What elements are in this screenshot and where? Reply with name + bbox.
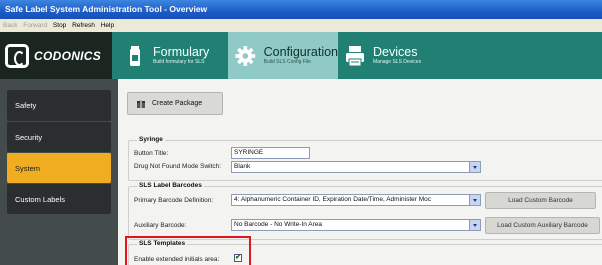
- brand-logo: CODONICS: [0, 32, 112, 79]
- chevron-down-icon[interactable]: [469, 162, 480, 172]
- tab-devices-label: Devices: [373, 44, 418, 59]
- load-custom-auxiliary-barcode-button[interactable]: Load Custom Auxiliary Barcode: [485, 217, 600, 234]
- brand-name: CODONICS: [34, 48, 102, 63]
- window-title-bar: Safe Label System Administration Tool - …: [0, 0, 602, 19]
- tab-formulary-label: Formulary: [153, 44, 210, 59]
- button-title-input[interactable]: SYRINGE: [231, 147, 310, 159]
- tab-configuration[interactable]: Configuration Build SLS Config File: [228, 32, 338, 79]
- menu-refresh[interactable]: Refresh: [72, 22, 95, 29]
- sidebar-item-custom-labels[interactable]: Custom Labels: [7, 183, 111, 214]
- highlight-box: [125, 236, 251, 265]
- menu-back[interactable]: Back: [3, 22, 17, 29]
- tab-devices-subtitle: Manage SLS Devices: [373, 58, 422, 65]
- menu-help[interactable]: Help: [101, 22, 114, 29]
- drug-not-found-label: Drug Not Found Mode Switch:: [134, 163, 222, 170]
- syringe-section-title: Syringe: [137, 136, 165, 143]
- create-package-button[interactable]: Create Package: [127, 92, 223, 115]
- primary-barcode-value: 4: Alphanumeric Container ID, Expiration…: [234, 196, 432, 203]
- tab-configuration-subtitle: Build SLS Config File: [263, 58, 311, 65]
- top-navigation: CODONICS Formulary Build formulary for S…: [0, 32, 602, 79]
- printer-icon: [346, 45, 364, 66]
- chevron-down-icon[interactable]: [469, 195, 480, 205]
- load-custom-barcode-button[interactable]: Load Custom Barcode: [485, 192, 596, 209]
- vial-icon: [130, 45, 140, 66]
- sidebar-item-security[interactable]: Security: [7, 121, 111, 152]
- auxiliary-barcode-select[interactable]: No Barcode - No Write-In Area: [231, 219, 481, 231]
- menu-forward[interactable]: Forward: [23, 22, 47, 29]
- primary-barcode-select[interactable]: 4: Alphanumeric Container ID, Expiration…: [231, 194, 481, 206]
- gear-icon: [235, 45, 256, 66]
- tab-formulary[interactable]: Formulary Build formulary for SLS: [118, 32, 228, 79]
- tab-formulary-subtitle: Build formulary for SLS: [153, 58, 205, 65]
- primary-barcode-label: Primary Barcode Definition:: [134, 197, 214, 204]
- auxiliary-barcode-label: Auxiliary Barcode:: [134, 222, 187, 229]
- auxiliary-barcode-value: No Barcode - No Write-In Area: [234, 221, 323, 228]
- sidebar-item-system[interactable]: System: [7, 152, 111, 183]
- tab-devices[interactable]: Devices Manage SLS Devices: [338, 32, 448, 79]
- tab-configuration-label: Configuration: [263, 44, 338, 59]
- window-title: Safe Label System Administration Tool - …: [5, 4, 208, 14]
- sidebar-item-safety[interactable]: Safety: [7, 90, 111, 121]
- create-package-label: Create Package: [152, 100, 203, 107]
- drug-not-found-select[interactable]: Blank: [231, 161, 481, 173]
- sidebar: Safety Security System Custom Labels: [0, 79, 118, 265]
- drug-not-found-value: Blank: [234, 163, 251, 170]
- chevron-down-icon[interactable]: [469, 220, 480, 230]
- button-title-label: Button Title:: [134, 150, 169, 157]
- menu-bar: Back Forward Stop Refresh Help: [0, 19, 602, 32]
- menu-stop[interactable]: Stop: [53, 22, 66, 29]
- package-icon: [137, 99, 145, 108]
- barcodes-section-title: SLS Label Barcodes: [137, 182, 204, 189]
- codonics-logo-icon: [5, 43, 29, 68]
